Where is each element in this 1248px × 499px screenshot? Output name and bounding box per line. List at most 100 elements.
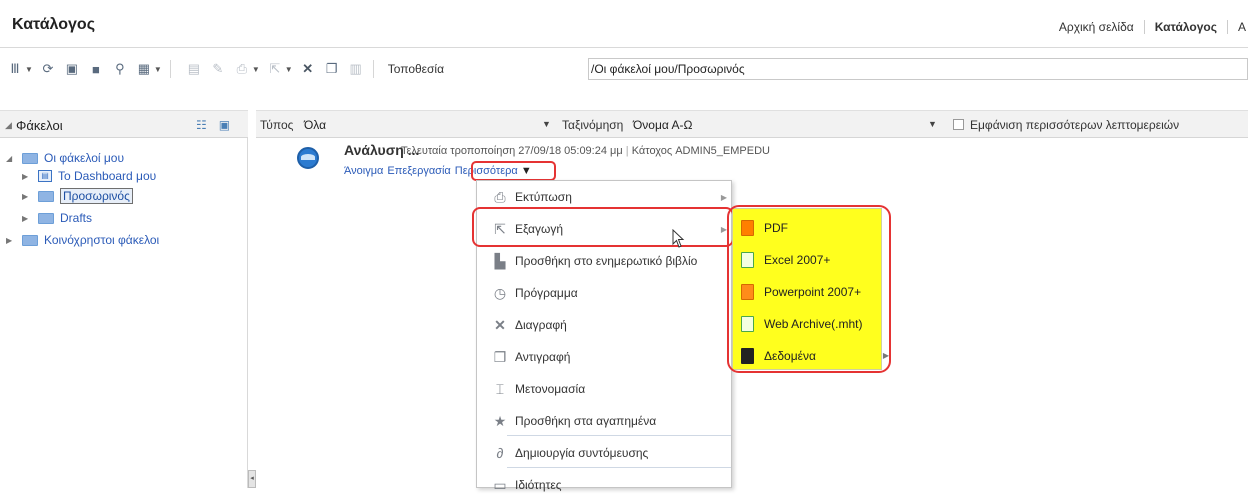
export-icon[interactable]: ⇱: [266, 61, 284, 77]
global-nav: Αρχική σελίδα Κατάλογος Α: [1049, 20, 1248, 34]
briefing-book-icon: ▙: [494, 253, 506, 269]
menu-divider: [507, 435, 731, 436]
caret-down-icon[interactable]: ▼: [252, 65, 260, 74]
chevron-down-icon[interactable]: ▼: [928, 119, 937, 129]
delete-icon: ✕: [494, 317, 506, 333]
tree-view-icon[interactable]: ☷: [196, 118, 207, 132]
type-label: Τύπος: [260, 118, 294, 132]
caret-down-icon[interactable]: ▼: [285, 65, 293, 74]
annotation-highlight: [727, 205, 891, 373]
menu-item-label: Δημιουργία συντόμευσης: [515, 446, 649, 460]
filter-bar: Τύπος Όλα ▼ Ταξινόμηση Όνομα Α-Ω ▼ Εμφάν…: [256, 110, 1248, 138]
show-details-label: Εμφάνιση περισσότερων λεπτομερειών: [970, 118, 1180, 132]
mouse-cursor-icon: [672, 229, 685, 248]
menu-item-properties[interactable]: ▭ Ιδιότητες: [477, 471, 733, 499]
properties-icon: ▭: [493, 477, 507, 493]
folder-icon: [22, 234, 38, 246]
view-icon[interactable]: Ⅲ: [6, 61, 24, 77]
caret-down-icon[interactable]: ▼: [25, 65, 33, 74]
type-select[interactable]: Όλα: [304, 115, 326, 135]
schedule-icon: ◷: [493, 285, 507, 301]
paste-icon[interactable]: ▥: [347, 61, 365, 77]
item-modified: Τελευταία τροποποίηση 27/09/18 05:09:24 …: [401, 145, 623, 157]
menu-item-label: Αντιγραφή: [515, 350, 571, 364]
annotation-highlight: [472, 207, 734, 247]
sort-label: Ταξινόμηση: [562, 118, 624, 132]
edit-icon[interactable]: ✎: [209, 61, 227, 77]
new-folder-icon[interactable]: ▣: [63, 61, 81, 77]
folder-icon: [38, 190, 54, 202]
folders-pane-title: Φάκελοι: [16, 118, 63, 133]
sort-select[interactable]: Όνομα Α-Ω: [633, 115, 692, 135]
collapsed-triangle-icon[interactable]: ▶: [22, 192, 32, 201]
nav-more-link[interactable]: Α: [1228, 20, 1248, 34]
delete-icon[interactable]: ✕: [299, 61, 317, 77]
tree-item-temporary[interactable]: ▶ Προσωρινός: [22, 186, 133, 206]
open-folder-icon[interactable]: ■: [87, 61, 105, 77]
menu-item-label: Προσθήκη στο ενημερωτικό βιβλίο: [515, 254, 698, 268]
analysis-icon: [297, 147, 319, 169]
toolbar-divider: [372, 60, 374, 78]
tree-item-my-folders[interactable]: ◢ Οι φάκελοί μου: [6, 148, 124, 168]
location-field[interactable]: /Οι φάκελοί μου/Προσωρινός: [588, 58, 1248, 80]
menu-item-add-favorites[interactable]: ★ Προσθήκη στα αγαπημένα: [477, 407, 733, 435]
tree-item-label: To Dashboard μου: [58, 169, 157, 183]
shortcut-icon: ∂: [496, 445, 504, 461]
print-icon: ⎙: [494, 189, 506, 205]
menu-item-delete[interactable]: ✕ Διαγραφή: [477, 311, 733, 339]
menu-item-rename[interactable]: ⌶ Μετονομασία: [477, 375, 733, 403]
tree-item-label: Drafts: [60, 211, 93, 225]
tree-item-shared-folders[interactable]: ▶ Κοινόχρηστοι φάκελοι: [6, 230, 159, 250]
tree-item-label: Οι φάκελοί μου: [44, 151, 125, 165]
nav-catalog-link[interactable]: Κατάλογος: [1145, 20, 1228, 34]
new-item-icon[interactable]: ▦: [135, 61, 153, 77]
chevron-down-icon[interactable]: ▼: [542, 119, 551, 129]
edit-link[interactable]: Επεξεργασία: [387, 165, 450, 177]
nav-home-link[interactable]: Αρχική σελίδα: [1049, 20, 1145, 34]
folders-pane: ◢ Φάκελοι ☷ ▣ ◢ Οι φάκελοί μου ▶ ▤ To Da…: [0, 110, 248, 488]
pane-header-icons: ☷ ▣: [196, 118, 230, 132]
tree-item-label: Προσωρινός: [60, 188, 133, 204]
submenu-arrow-icon: ▶: [720, 192, 727, 202]
print-icon[interactable]: ⎙: [233, 61, 251, 77]
folder-icon: [22, 152, 38, 164]
refresh-icon[interactable]: ⟳: [39, 61, 57, 77]
menu-item-label: Μετονομασία: [515, 382, 586, 396]
menu-divider: [507, 467, 731, 468]
menu-item-create-shortcut[interactable]: ∂ Δημιουργία συντόμευσης: [477, 439, 733, 467]
menu-item-label: Διαγραφή: [515, 318, 567, 332]
tree-item-label: Κοινόχρηστοι φάκελοι: [44, 233, 160, 247]
collapse-triangle-icon[interactable]: ◢: [5, 120, 12, 131]
folders-pane-header: ◢ Φάκελοι ☷ ▣: [0, 110, 248, 138]
title-bar: Κατάλογος Αρχική σελίδα Κατάλογος Α: [0, 0, 1248, 48]
favorite-icon: ★: [493, 413, 507, 429]
item-owner: Κάτοχος ADMIN5_EMPEDU: [631, 145, 770, 157]
open-link[interactable]: Άνοιγμα: [344, 165, 383, 177]
collapsed-triangle-icon[interactable]: ▶: [6, 236, 16, 245]
menu-item-label: Προσθήκη στα αγαπημένα: [515, 414, 657, 428]
tree-item-drafts[interactable]: ▶ Drafts: [22, 208, 92, 228]
copy-icon: ❐: [493, 349, 507, 365]
pane-collapse-handle[interactable]: ◂: [248, 470, 256, 488]
folder-icon: [38, 212, 54, 224]
menu-item-label: Πρόγραμμα: [515, 286, 578, 300]
menu-item-schedule[interactable]: ◷ Πρόγραμμα: [477, 279, 733, 307]
location-label: Τοποθεσία: [387, 62, 445, 76]
search-icon[interactable]: ⚲: [111, 61, 129, 77]
menu-item-add-briefing-book[interactable]: ▙ Προσθήκη στο ενημερωτικό βιβλίο: [477, 247, 733, 275]
item-meta: Τελευταία τροποποίηση 27/09/18 05:09:24 …: [401, 145, 770, 157]
rename-icon: ⌶: [495, 381, 505, 397]
properties-icon[interactable]: ▤: [185, 61, 203, 77]
expanded-triangle-icon[interactable]: ◢: [6, 154, 16, 163]
page-title: Κατάλογος: [12, 16, 96, 33]
folder-view-icon[interactable]: ▣: [219, 118, 230, 132]
caret-down-icon[interactable]: ▼: [154, 65, 162, 74]
collapsed-triangle-icon[interactable]: ▶: [22, 172, 32, 181]
copy-icon[interactable]: ❐: [323, 61, 341, 77]
menu-item-copy[interactable]: ❐ Αντιγραφή: [477, 343, 733, 371]
show-details-checkbox[interactable]: [953, 119, 964, 130]
collapsed-triangle-icon[interactable]: ▶: [22, 214, 32, 223]
annotation-highlight: [471, 161, 556, 181]
menu-item-label: Ιδιότητες: [515, 478, 562, 492]
tree-item-my-dashboard[interactable]: ▶ ▤ To Dashboard μου: [22, 166, 156, 186]
